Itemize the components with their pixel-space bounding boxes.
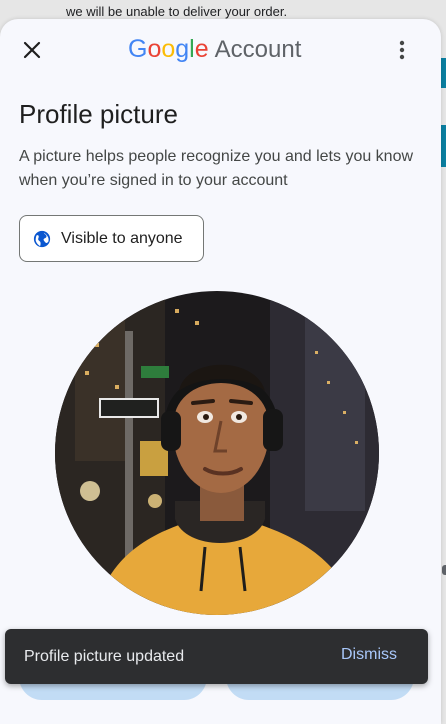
visibility-label: Visible to anyone bbox=[61, 229, 183, 247]
google-account-logo: Google Account bbox=[128, 32, 301, 67]
close-icon bbox=[23, 41, 41, 59]
background-edge-element bbox=[442, 565, 446, 575]
logo-letter: o bbox=[161, 35, 176, 63]
snackbar: Profile picture updated Dismiss bbox=[5, 629, 428, 684]
logo-letter: g bbox=[175, 35, 190, 63]
logo-letter: G bbox=[128, 35, 148, 63]
logo-letter: o bbox=[147, 35, 162, 63]
page-title: Profile picture bbox=[19, 99, 178, 129]
background-notice: we will be unable to deliver your order. bbox=[66, 4, 288, 19]
logo-product-name: Account bbox=[214, 36, 302, 63]
more-options-button[interactable] bbox=[388, 36, 416, 64]
visibility-button[interactable]: Visible to anyone bbox=[19, 215, 204, 262]
profile-picture-sheet: Google Account Profile picture A picture… bbox=[0, 19, 441, 724]
snackbar-message: Profile picture updated bbox=[24, 647, 185, 665]
logo-letter: e bbox=[194, 35, 209, 63]
profile-photo-image bbox=[55, 291, 379, 615]
dismiss-button[interactable]: Dismiss bbox=[341, 646, 397, 664]
globe-icon bbox=[33, 230, 51, 247]
page-description: A picture helps people recognize you and… bbox=[19, 148, 414, 189]
profile-photo[interactable] bbox=[55, 291, 379, 615]
more-vert-icon bbox=[399, 40, 405, 60]
close-button[interactable] bbox=[18, 36, 46, 64]
